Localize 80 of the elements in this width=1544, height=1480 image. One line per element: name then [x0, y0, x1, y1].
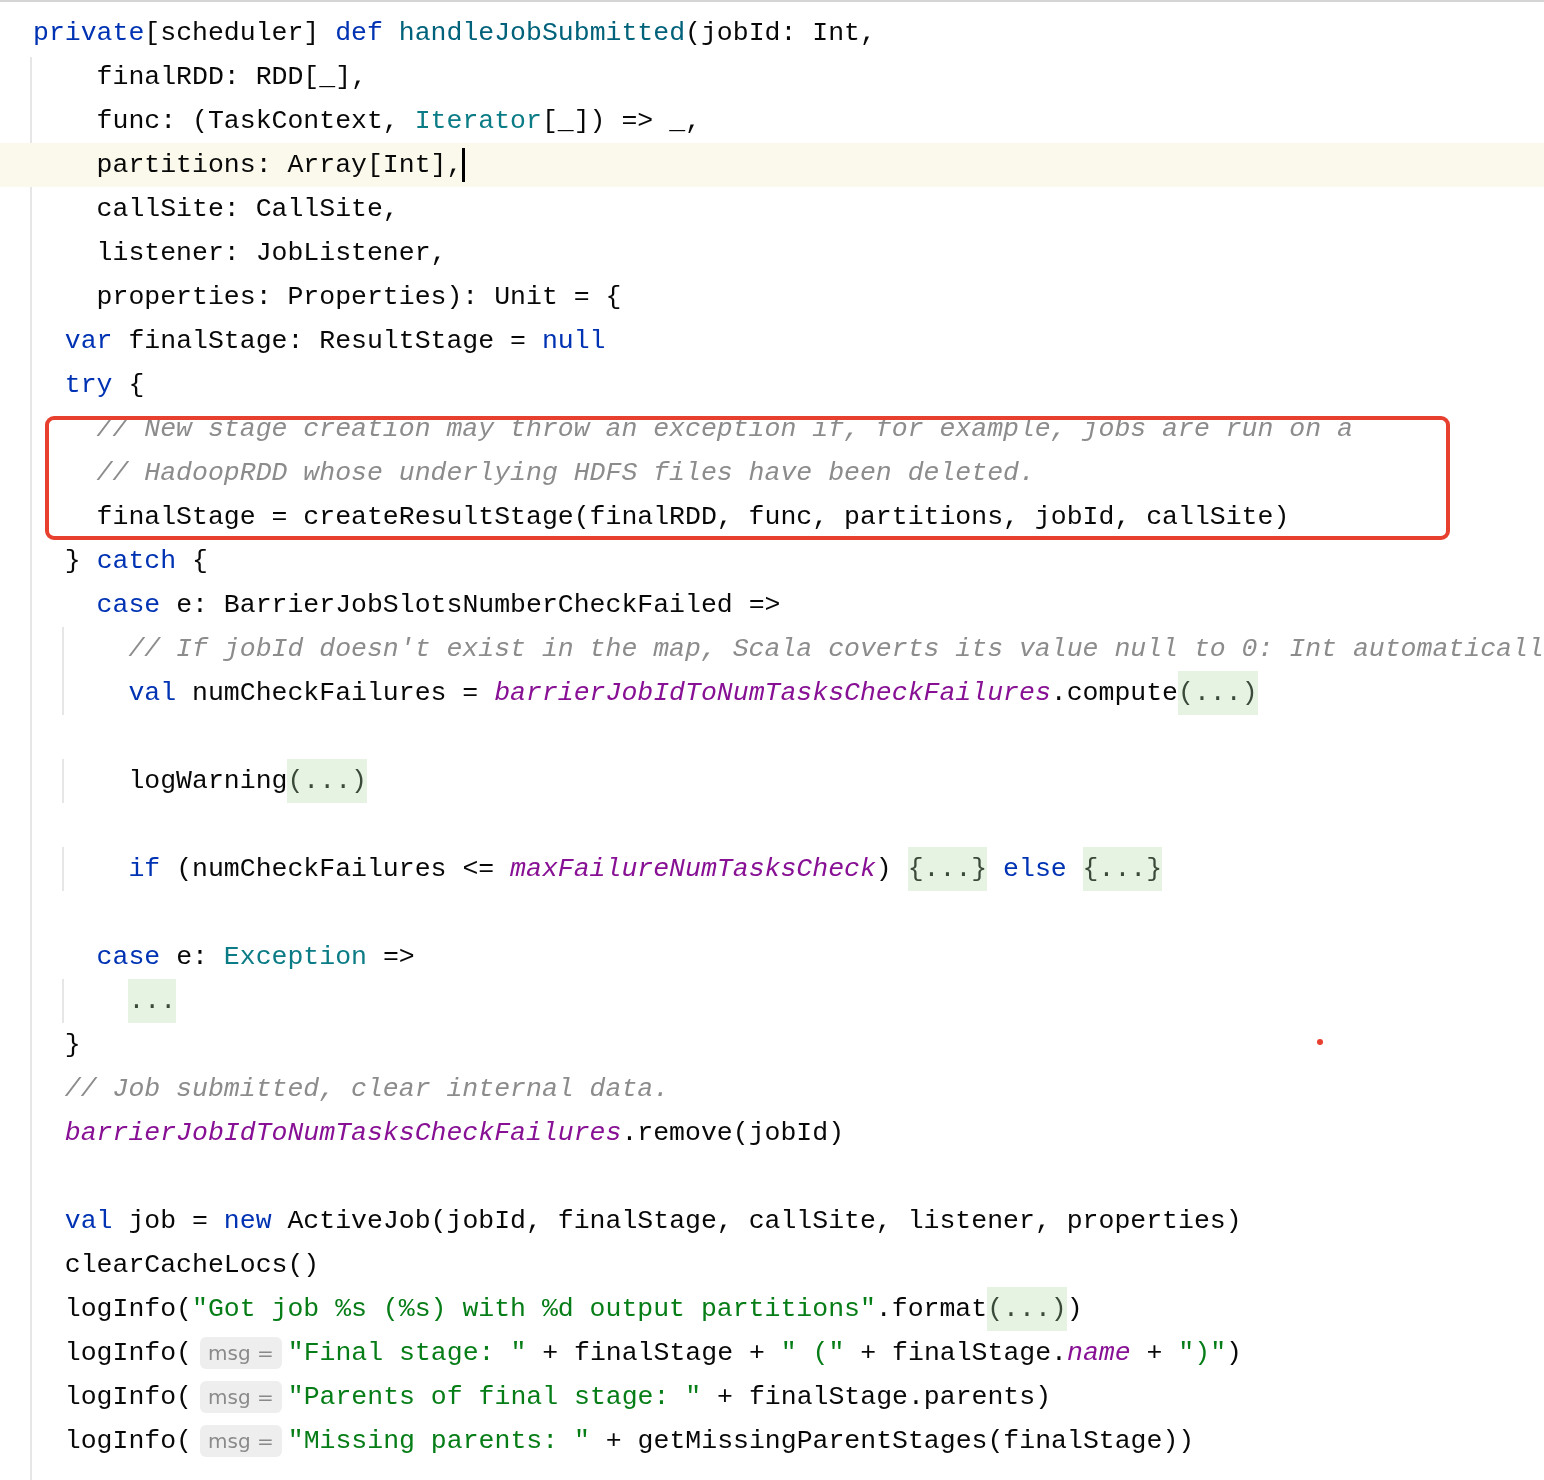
code-text: logInfo( [63, 1294, 193, 1324]
keyword: if [127, 854, 161, 884]
code-text: + finalStage. [859, 1338, 1067, 1368]
code-text: e: BarrierJobSlotsNumberCheckFailed => [175, 590, 781, 620]
string-literal: "Missing parents: " [287, 1426, 590, 1456]
keyword: case [95, 590, 161, 620]
keyword: try [63, 370, 113, 400]
keyword: private [33, 18, 145, 48]
code-text: } [63, 546, 82, 576]
code-text: partitions: Array[Int], [95, 150, 463, 180]
field-name: barrierJobIdToNumTasksCheckFailures [494, 678, 1051, 708]
code-text: + [1145, 1338, 1164, 1368]
code-text: func: (TaskContext, [95, 106, 400, 136]
code-text: { [127, 370, 145, 400]
code-text: .remove(jobId) [621, 1118, 845, 1148]
code-text: + finalStage + [541, 1338, 766, 1368]
field-name: barrierJobIdToNumTasksCheckFailures [63, 1118, 622, 1148]
code-text: ) [1226, 1338, 1242, 1368]
code-text: job = [127, 1206, 209, 1236]
string-literal: " (" [780, 1338, 845, 1368]
code-text: logWarning [127, 766, 288, 796]
code-text: callSite: CallSite, [95, 194, 399, 224]
code-comment: // Job submitted, clear internal data. [63, 1074, 670, 1104]
code-text: (jobId: Int, [685, 18, 876, 48]
code-text: .format [875, 1294, 988, 1324]
keyword: case [95, 942, 161, 972]
code-editor[interactable] [0, 0, 1544, 1480]
keyword: val [63, 1206, 113, 1236]
keyword: def [335, 18, 384, 48]
code-text: + getMissingParentStages(finalStage)) [604, 1426, 1195, 1456]
keyword: val [127, 678, 177, 708]
code-text: properties: Properties): Unit = { [95, 282, 622, 312]
folded-code[interactable]: (...) [1178, 671, 1258, 715]
code-text: [_]) => _, [541, 106, 701, 136]
code-text: finalRDD: RDD[_], [95, 62, 367, 92]
keyword: new [223, 1206, 272, 1236]
folded-code[interactable]: (...) [987, 1287, 1067, 1331]
code-text: ) [1066, 1294, 1083, 1324]
code-text: ) [875, 854, 893, 884]
code-comment: // HadoopRDD whose underlying HDFS files have been deleted. [95, 458, 1035, 488]
code-text: e: [175, 942, 209, 972]
code-text: logInfo( [63, 1338, 193, 1368]
parameter-hint: msg = [200, 1381, 282, 1413]
folded-code[interactable]: {...} [907, 847, 988, 891]
keyword: else [1002, 854, 1068, 884]
code-text: finalStage = createResultStage(finalRDD, func, partitions, jobId, callSite) [95, 502, 1290, 532]
code-text: logInfo( [63, 1426, 193, 1456]
folded-code[interactable]: {...} [1082, 847, 1163, 891]
text-caret [462, 148, 466, 182]
keyword: null [541, 326, 606, 356]
code-text: numCheckFailures = [191, 678, 480, 708]
string-literal: ")" [1178, 1338, 1227, 1368]
code-text: => [381, 942, 415, 972]
type-name: Exception [223, 942, 367, 972]
type-name: Iterator [414, 106, 542, 136]
code-text: } [63, 1030, 81, 1060]
code-text: [scheduler] [144, 18, 321, 48]
code-text: listener: JobListener, [95, 238, 447, 268]
field-name: maxFailureNumTasksCheck [510, 854, 876, 884]
function-name: handleJobSubmitted [398, 18, 686, 48]
folded-code[interactable]: ... [128, 979, 177, 1023]
string-literal: "Parents of final stage: " [287, 1382, 702, 1412]
code-text: .compute [1050, 678, 1178, 708]
code-text: logInfo( [63, 1382, 193, 1412]
parameter-hint: msg = [200, 1337, 282, 1369]
parameter-hint: msg = [200, 1425, 282, 1457]
string-literal: "Final stage: " [287, 1338, 527, 1368]
code-text: { [191, 546, 208, 576]
code-text: clearCacheLocs() [63, 1250, 320, 1280]
code-text: + finalStage.parents) [716, 1382, 1052, 1412]
code-text: ActiveJob(jobId, finalStage, callSite, listener, properties) [286, 1206, 1242, 1236]
code-comment: // If jobId doesn't exist in the map, Scala coverts its value null to 0: Int automaticall [127, 634, 1544, 664]
code-text: finalStage: ResultStage = [127, 326, 527, 356]
dot-icon [1317, 1039, 1323, 1045]
keyword: catch [96, 546, 177, 576]
field-name: name [1067, 1338, 1131, 1368]
code-text: (numCheckFailures <= [175, 854, 496, 884]
string-literal: "Got job %s (%s) with %d output partitions" [192, 1294, 876, 1324]
keyword: var [63, 326, 113, 356]
folded-code[interactable]: (...) [287, 759, 367, 803]
